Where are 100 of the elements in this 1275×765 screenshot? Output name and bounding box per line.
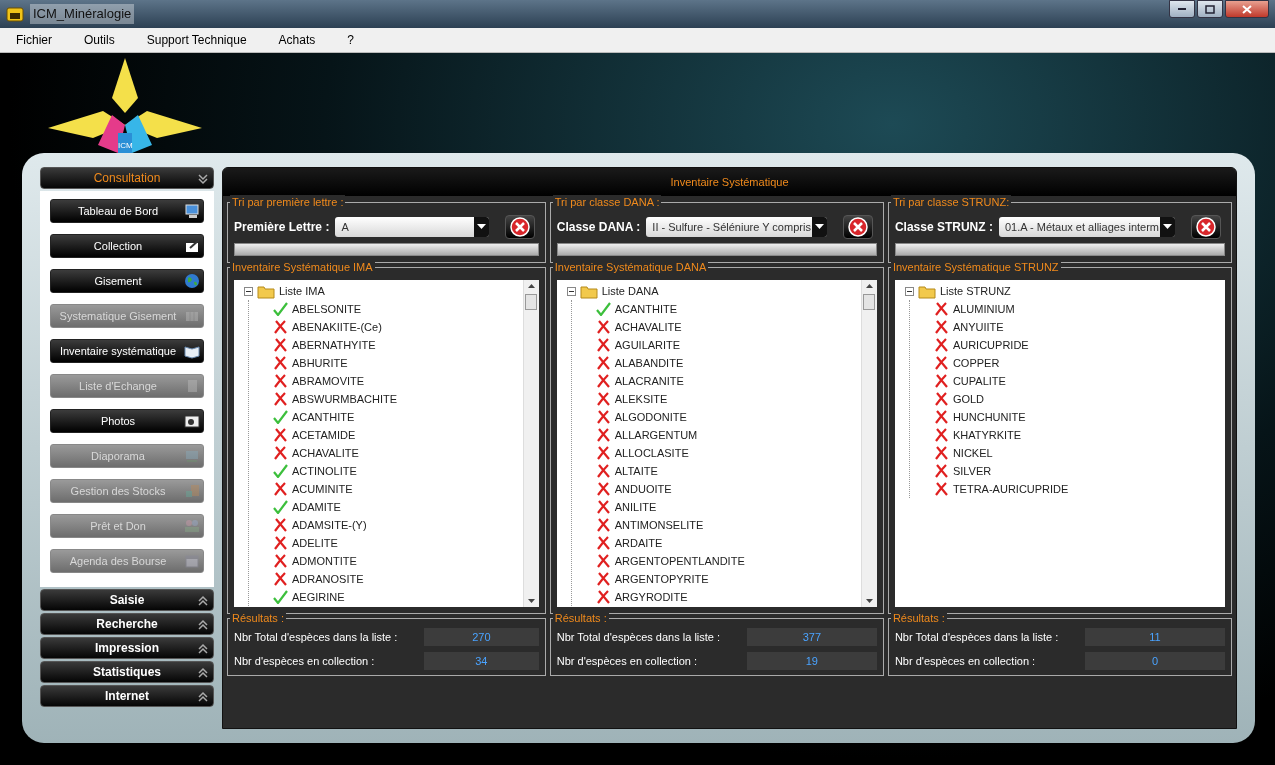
tree-item[interactable]: ACANTHITE [614, 300, 678, 318]
minimize-icon [1178, 8, 1186, 10]
result-label: Nbr d'espèces en collection : [894, 653, 1037, 669]
nav-button[interactable]: Photos [50, 409, 204, 433]
tree-item[interactable]: ACHAVALITE [292, 444, 359, 462]
nav-button[interactable]: Inventaire systématique [50, 339, 204, 363]
tree-item[interactable]: ARGYRODITE [614, 588, 688, 606]
tree-root-label[interactable]: Liste STRUNZ [939, 282, 1011, 300]
tree-item[interactable]: KHATYRKITE [952, 426, 1022, 444]
tree-item[interactable]: GOLD [952, 390, 985, 408]
people-icon [184, 518, 200, 534]
nav-button[interactable]: Gisement [50, 269, 204, 293]
tree-item[interactable]: AURICUPRIDE [952, 336, 1029, 354]
tree-item[interactable]: NICKEL [952, 444, 993, 462]
menu-item[interactable]: Achats [262, 31, 332, 49]
result-value: 19 [746, 652, 877, 670]
open-book-icon [184, 343, 200, 359]
collapse-icon[interactable] [244, 286, 253, 296]
tree-item[interactable]: ADRANOSITE [292, 570, 364, 588]
dropdown[interactable]: A [335, 217, 489, 237]
tree-item[interactable]: ABSWURMBACHITE [292, 390, 398, 408]
tree-item[interactable]: ADAMITE [292, 498, 341, 516]
tree-item[interactable]: ACUMINITE [292, 480, 353, 498]
nav-button[interactable]: Tableau de Bord [50, 199, 204, 223]
group-legend: Tri par classe STRUNZ: [890, 195, 1012, 209]
result-value: 0 [1084, 652, 1225, 670]
tree-item[interactable]: ANYUIITE [952, 318, 1004, 336]
tree-item[interactable]: ABENAKIITE-(Ce) [292, 318, 382, 336]
tree-item[interactable]: ADAMSITE-(Y) [292, 516, 367, 534]
tree-item[interactable]: ABERNATHYITE [292, 336, 376, 354]
clear-button[interactable] [842, 215, 873, 239]
tree-item[interactable]: TETRA-AURICUPRIDE [952, 480, 1069, 498]
tree-item[interactable]: CUPALITE [952, 372, 1006, 390]
tree-item[interactable]: ABRAMOVITE [292, 372, 365, 390]
scroll-thumb[interactable] [863, 294, 876, 310]
tree-item[interactable]: ANTIMONSELITE [614, 516, 704, 534]
result-label: Nbr Total d'espèces dans la liste : [894, 629, 1060, 645]
result-value: 11 [1084, 628, 1225, 646]
tree-item[interactable]: ALACRANITE [614, 372, 684, 390]
collapse-icon[interactable] [566, 286, 576, 296]
scrollbar[interactable] [522, 280, 539, 607]
collapse-icon[interactable] [904, 286, 914, 296]
nav-button[interactable]: Collection [50, 234, 204, 258]
clear-button[interactable] [504, 215, 535, 239]
tree-item[interactable]: ABHURITE [292, 354, 348, 372]
clear-button[interactable] [1191, 215, 1221, 239]
logo-text: ICM [118, 141, 133, 150]
field-label: Première Lettre : [234, 219, 330, 236]
tree-item[interactable]: ARDAITE [614, 534, 663, 552]
tree-item[interactable]: ALABANDITE [614, 354, 684, 372]
tree-item[interactable]: ANILITE [614, 498, 657, 516]
tree-item[interactable]: ALUMINIUM [952, 300, 1015, 318]
group-legend: Résultats : [890, 611, 947, 625]
sidebar-section-header[interactable]: Recherche [40, 613, 214, 635]
tree-item[interactable]: AGUILARITE [614, 336, 681, 354]
menu-item[interactable]: ? [331, 31, 370, 49]
menu-item[interactable]: Outils [68, 31, 131, 49]
tree-item[interactable]: ALLOCLASITE [614, 444, 689, 462]
tree-item[interactable]: ABELSONITE [292, 300, 362, 318]
dropdown[interactable]: II - Sulfure - Séléniure Y compris [646, 217, 827, 237]
minimize-button[interactable] [1169, 0, 1195, 18]
sidebar-section-header[interactable]: Impression [40, 637, 214, 659]
tree-item[interactable]: ADELITE [292, 534, 338, 552]
tree-item[interactable]: HUNCHUNITE [952, 408, 1026, 426]
scrollbar[interactable] [860, 280, 877, 607]
dropdown-arrow-icon [476, 224, 486, 230]
tree-root-label[interactable]: Liste IMA [279, 282, 325, 300]
tree-item[interactable]: ACANTHITE [292, 408, 355, 426]
maximize-button[interactable] [1197, 0, 1223, 18]
tree-item[interactable]: AEGIRINE [292, 588, 345, 606]
chevron-down-icon [197, 173, 209, 185]
tree-item[interactable]: ARGENTOPENTLANDITE [614, 552, 745, 570]
folder-icon [579, 283, 598, 299]
sidebar-section-header[interactable]: Statistiques [40, 661, 214, 683]
tree-item[interactable]: COPPER [952, 354, 1000, 372]
tree-item[interactable]: ACETAMIDE [292, 426, 356, 444]
menu-item[interactable]: Support Technique [130, 31, 263, 49]
maximize-icon [1205, 4, 1215, 14]
tree-item[interactable]: ALGODONITE [614, 408, 687, 426]
sidebar-section-header[interactable]: Internet [40, 685, 214, 707]
group-legend: Inventaire Systématique DANA [552, 260, 709, 274]
tree-item[interactable]: ALLARGENTUM [614, 426, 698, 444]
sidebar-section-header[interactable]: Saisie [40, 589, 214, 611]
close-button[interactable] [1225, 0, 1269, 18]
menu-item[interactable]: Fichier [0, 31, 68, 49]
tree-item[interactable]: ACHAVALITE [614, 318, 682, 336]
result-label: Nbr d'espèces en collection : [556, 653, 699, 669]
tree-item[interactable]: ALEKSITE [614, 390, 668, 408]
tree-item[interactable]: ADMONTITE [292, 552, 357, 570]
dropdown[interactable]: 01.A - Métaux et alliages interm [998, 217, 1175, 237]
tree-item[interactable]: SILVER [952, 462, 992, 480]
tree-item[interactable]: ACTINOLITE [292, 462, 357, 480]
chevron-up-icon [197, 595, 209, 607]
scroll-thumb[interactable] [525, 294, 538, 310]
sidebar-section-header[interactable]: Consultation [40, 167, 214, 189]
tree-item[interactable]: ANDUOITE [614, 480, 672, 498]
chevron-up-icon [197, 667, 209, 679]
tree-root-label[interactable]: Liste DANA [601, 282, 659, 300]
tree-item[interactable]: ALTAITE [614, 462, 658, 480]
tree-item[interactable]: ARGENTOPYRITE [614, 570, 709, 588]
